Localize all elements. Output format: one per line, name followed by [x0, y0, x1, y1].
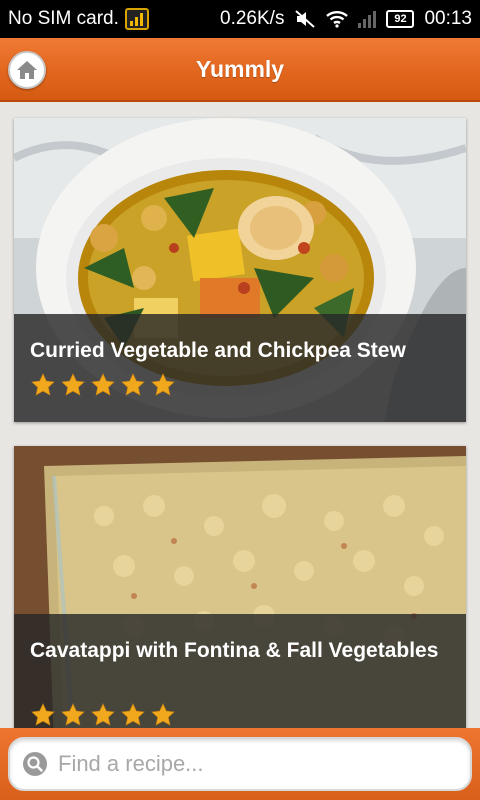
star-icon [91, 373, 115, 396]
sim-card-icon [124, 8, 149, 30]
status-bar: No SIM card. 0.26K/s 92 00:13 [0, 0, 480, 38]
battery-icon: 92 [386, 10, 415, 28]
star-icon [121, 703, 145, 726]
app-title: Yummly [195, 56, 285, 82]
star-icon [61, 373, 85, 396]
star-icon [151, 703, 175, 726]
star-icon [31, 703, 55, 726]
star-icon [31, 373, 55, 396]
recipe-feed[interactable]: Curried Vegetable and Chickpea Stew Cava… [0, 102, 480, 728]
action-bar: Yummly [0, 38, 480, 102]
star-icon [91, 703, 115, 726]
star-icon [151, 373, 175, 396]
recipe-card[interactable]: Curried Vegetable and Chickpea Stew [14, 118, 466, 422]
rating-stars [30, 372, 176, 398]
signal-icon [358, 10, 377, 28]
carrier-text: No SIM card. [8, 8, 119, 29]
recipe-card[interactable]: Cavatappi with Fontina & Fall Vegetables [14, 446, 466, 728]
network-speed: 0.26K/s [220, 8, 285, 29]
recipe-title: Curried Vegetable and Chickpea Stew [30, 339, 406, 362]
rating-stars [30, 702, 176, 728]
recipe-caption [14, 314, 466, 422]
mute-icon [295, 10, 316, 28]
wifi-icon [326, 11, 349, 28]
search-input[interactable] [56, 750, 460, 778]
search-bar [0, 728, 480, 800]
clock: 00:13 [424, 8, 472, 29]
star-icon [121, 373, 145, 396]
search-field[interactable] [8, 737, 472, 791]
recipe-title: Cavatappi with Fontina & Fall Vegetables [30, 639, 439, 662]
search-icon [23, 752, 47, 776]
star-icon [61, 703, 85, 726]
